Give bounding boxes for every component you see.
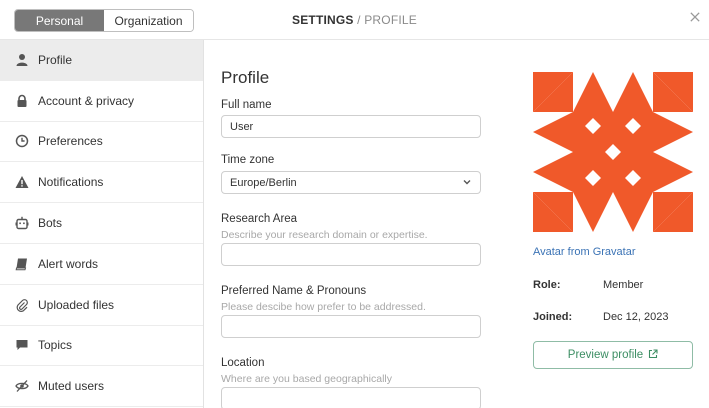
section-heading: Profile bbox=[221, 68, 270, 87]
preview-profile-button[interactable]: Preview profile bbox=[533, 341, 693, 369]
role-label: Role: bbox=[533, 279, 561, 291]
full-name-value: User bbox=[230, 120, 254, 133]
paperclip-icon bbox=[14, 297, 30, 313]
sidebar-item-bots[interactable]: Bots bbox=[0, 203, 203, 244]
chevron-down-icon bbox=[462, 177, 472, 187]
pronouns-hint: Please descibe how prefer to be addresse… bbox=[221, 301, 426, 313]
research-area-input[interactable] bbox=[221, 243, 481, 266]
time-zone-select[interactable]: Europe/Berlin bbox=[221, 171, 481, 194]
full-name-label: Full name bbox=[221, 99, 272, 111]
role-value: Member bbox=[603, 279, 644, 291]
warning-icon bbox=[14, 174, 30, 190]
time-zone-label: Time zone bbox=[221, 154, 275, 166]
pronouns-label: Preferred Name & Pronouns bbox=[221, 285, 367, 297]
sidebar-item-profile[interactable]: Profile bbox=[0, 40, 203, 81]
sidebar-item-label: Preferences bbox=[38, 134, 103, 149]
pronouns-input[interactable] bbox=[221, 315, 481, 338]
research-area-label: Research Area bbox=[221, 213, 298, 225]
eye-slash-icon bbox=[14, 378, 30, 394]
close-icon[interactable] bbox=[687, 9, 703, 25]
sidebar-item-label: Bots bbox=[38, 216, 63, 231]
comment-icon bbox=[14, 337, 30, 353]
sidebar-item-alert-words[interactable]: Alert words bbox=[0, 244, 203, 285]
sidebar-item-label: Alert words bbox=[38, 256, 99, 271]
bot-icon bbox=[14, 215, 30, 231]
page-title-settings: SETTINGS bbox=[292, 13, 354, 27]
avatar[interactable] bbox=[533, 72, 693, 232]
user-icon bbox=[14, 52, 30, 68]
sidebar-item-label: Uploaded files bbox=[38, 297, 115, 312]
sidebar-item-muted-users[interactable]: Muted users bbox=[0, 366, 203, 408]
book-icon bbox=[14, 256, 30, 272]
sidebar-item-preferences[interactable]: Preferences bbox=[0, 122, 203, 163]
sidebar-item-label: Topics bbox=[38, 338, 73, 353]
sidebar-item-label: Notifications bbox=[38, 175, 104, 190]
page-title: SETTINGS / PROFILE bbox=[0, 13, 709, 27]
preview-profile-label: Preview profile bbox=[567, 349, 644, 361]
sidebar-item-label: Profile bbox=[38, 52, 73, 67]
location-input[interactable] bbox=[221, 387, 481, 408]
profile-settings-panel: Profile Full name User Time zone Europe/… bbox=[205, 40, 709, 408]
time-zone-value: Europe/Berlin bbox=[230, 176, 297, 189]
lock-icon bbox=[14, 93, 30, 109]
top-bar: Personal Organization SETTINGS / PROFILE bbox=[0, 0, 709, 40]
page-title-profile: / PROFILE bbox=[353, 13, 417, 27]
sidebar-item-label: Muted users bbox=[38, 379, 105, 394]
gravatar-link[interactable]: Avatar from Gravatar bbox=[533, 246, 636, 258]
joined-value: Dec 12, 2023 bbox=[603, 311, 669, 323]
sidebar-item-uploaded-files[interactable]: Uploaded files bbox=[0, 285, 203, 326]
sidebar-item-account-privacy[interactable]: Account & privacy bbox=[0, 81, 203, 122]
research-area-hint: Describe your research domain or experti… bbox=[221, 229, 428, 241]
joined-label: Joined: bbox=[533, 311, 573, 323]
location-label: Location bbox=[221, 357, 265, 369]
sidebar-item-label: Account & privacy bbox=[38, 93, 135, 108]
clock-icon bbox=[14, 133, 30, 149]
sidebar-item-notifications[interactable]: Notifications bbox=[0, 162, 203, 204]
settings-sidebar: Profile Account & privacy Preferences No… bbox=[0, 40, 204, 408]
external-link-icon bbox=[643, 348, 658, 362]
full-name-input[interactable]: User bbox=[221, 115, 481, 138]
location-hint: Where are you based geographically bbox=[221, 373, 393, 385]
sidebar-item-topics[interactable]: Topics bbox=[0, 326, 203, 367]
